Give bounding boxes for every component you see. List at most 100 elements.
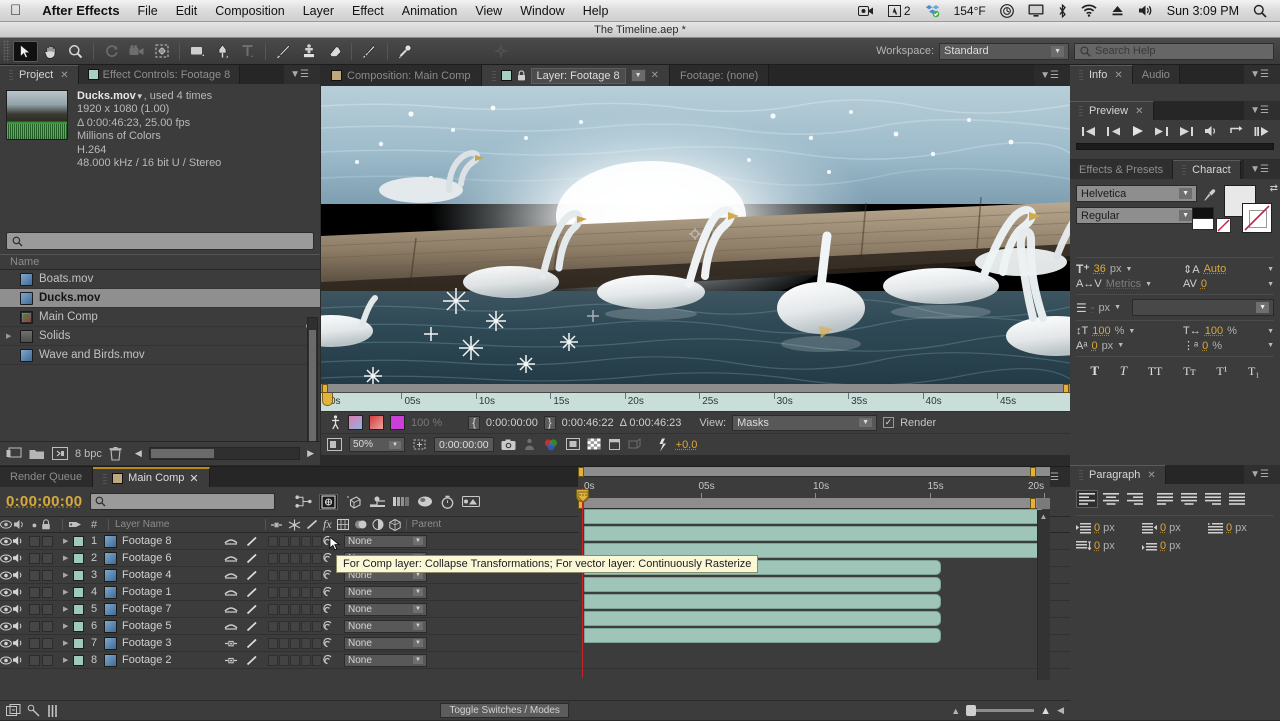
parent-selector[interactable]: None ▼ [344, 653, 427, 667]
menu-item-edit[interactable]: Edit [167, 0, 207, 22]
effects-switch[interactable] [268, 637, 278, 649]
exposure-value[interactable]: +0.0 [676, 439, 698, 451]
space-before-paragraph-value[interactable]: 0 [1094, 540, 1100, 552]
work-area-extend[interactable] [1037, 498, 1050, 509]
search-help-input[interactable]: Search Help [1074, 42, 1274, 60]
render-alpha-toggle[interactable] [369, 415, 384, 430]
audio-toggle-icon[interactable] [12, 655, 27, 665]
layer-name-cell[interactable]: Footage 1 [104, 585, 224, 599]
frame-blend-switch[interactable] [279, 586, 289, 598]
quality-switch[interactable] [246, 536, 266, 547]
parent-selector[interactable]: None ▼ [344, 636, 427, 650]
close-icon[interactable]: ✕ [1135, 106, 1143, 117]
shape-tool[interactable] [185, 41, 210, 62]
layer-duration-bar[interactable] [584, 594, 942, 609]
video-toggle-icon[interactable] [0, 588, 12, 597]
layer-name-cell[interactable]: Footage 7 [104, 602, 224, 616]
tab-composition-main-comp[interactable]: Composition: Main Comp [321, 65, 482, 86]
superscript-button[interactable]: T¹ [1216, 364, 1227, 379]
solo-toggle[interactable] [29, 586, 40, 598]
layer-duration-bar[interactable] [584, 577, 942, 592]
tab-layer-footage-8[interactable]: Layer: Footage 8 ▼ ✕ [481, 65, 670, 86]
video-toggle-icon[interactable] [0, 622, 12, 631]
stroke-style-selector[interactable]: ▼ [1132, 299, 1274, 316]
lock-toggle[interactable] [42, 620, 53, 632]
layer-duration-bar[interactable] [584, 509, 1042, 524]
parent-pickwhip-icon[interactable] [322, 586, 344, 598]
parent-selector[interactable]: None ▼ [344, 619, 427, 633]
indent-right-margin-value[interactable]: 0 [1160, 522, 1166, 534]
lock-toggle[interactable] [42, 637, 53, 649]
font-style-selector[interactable]: Regular ▼ [1076, 207, 1197, 224]
disclosure-triangle-icon[interactable]: ▶ [63, 656, 73, 664]
disclosure-triangle-icon[interactable]: ▶ [6, 332, 14, 340]
layer-label-color[interactable] [73, 620, 84, 632]
show-snapshot-icon[interactable] [523, 438, 536, 451]
draft-3d-icon[interactable] [319, 493, 339, 510]
viewer-panel-menu-button[interactable]: ▼☰ [1034, 65, 1070, 86]
video-toggle-icon[interactable] [0, 554, 12, 563]
timeline-zoom-slider[interactable] [966, 705, 1035, 716]
frame-blending-icon[interactable] [369, 495, 386, 508]
no-color-swatch[interactable] [1216, 218, 1231, 233]
solo-toggle[interactable] [29, 535, 40, 547]
justify-last-right-icon[interactable] [1202, 490, 1224, 508]
stroke-width-value[interactable]: - [1091, 302, 1095, 314]
solo-toggle[interactable] [29, 637, 40, 649]
parent-selector[interactable]: None ▼ [344, 585, 427, 599]
layer-duration-bar[interactable] [584, 611, 942, 626]
wifi-icon[interactable] [1074, 4, 1104, 17]
play-icon[interactable] [1131, 125, 1144, 137]
3d-switch[interactable] [312, 586, 322, 598]
motion-blur-switch[interactable] [290, 637, 300, 649]
puppet-pin-tool[interactable] [393, 41, 418, 62]
workspace-selector[interactable]: Standard ▼ [939, 42, 1069, 60]
motion-blur-switch[interactable] [290, 552, 300, 564]
hide-shy-layers-toggle-icon[interactable] [27, 704, 41, 718]
region-of-interest-icon[interactable] [565, 438, 580, 451]
list-item[interactable]: Wave and Birds.mov [0, 346, 320, 366]
menu-item-view[interactable]: View [466, 0, 511, 22]
info-panel-menu-button[interactable]: ▼☰ [1244, 65, 1280, 84]
apple-logo-icon[interactable]:  [0, 3, 33, 18]
preview-panel-menu-button[interactable]: ▼☰ [1244, 101, 1280, 120]
adjustment-switch[interactable] [301, 569, 311, 581]
disclosure-triangle-icon[interactable]: ▶ [63, 622, 73, 630]
swap-colors-icon[interactable]: ⇄ [1270, 183, 1278, 194]
lock-toggle[interactable] [42, 552, 53, 564]
dropbox-icon[interactable] [918, 4, 947, 18]
3d-layer-icon[interactable] [388, 518, 401, 531]
toolbar-drag-grip[interactable] [3, 40, 10, 62]
tab-render-queue[interactable]: Render Queue [0, 467, 94, 487]
view-mode-selector[interactable]: Masks ▼ [732, 414, 878, 431]
pan-behind-switch[interactable] [224, 639, 246, 648]
layer-name-cell[interactable]: Footage 8 [104, 534, 224, 548]
disclosure-triangle-icon[interactable]: ▶ [63, 605, 73, 613]
chevron-down-ic[interactable]: ▼ [1267, 281, 1274, 288]
chevron-down-icon[interactable]: ▼ [1145, 281, 1152, 288]
pen-tool[interactable] [210, 41, 235, 62]
ram-preview-icon[interactable] [1254, 126, 1269, 137]
motion-blur-switch[interactable] [224, 571, 246, 579]
temperature-label[interactable]: 154°F [947, 4, 993, 18]
quality-switch[interactable] [246, 604, 266, 615]
layer-label-color[interactable] [73, 552, 84, 564]
menu-item-effect[interactable]: Effect [343, 0, 393, 22]
last-frame-icon[interactable] [1179, 126, 1194, 137]
pixel-aspect-icon[interactable] [628, 438, 641, 451]
lock-toggle[interactable] [42, 654, 53, 666]
lock-icon[interactable] [517, 70, 526, 81]
hand-tool[interactable] [38, 41, 63, 62]
selection-tool[interactable] [13, 40, 38, 62]
graph-editor-icon[interactable] [417, 495, 433, 508]
roto-brush-tool[interactable] [357, 41, 382, 62]
live-update-icon[interactable] [295, 495, 312, 508]
tab-character[interactable]: Charact [1173, 160, 1241, 179]
tab-project[interactable]: Project ✕ [0, 65, 79, 84]
motion-blur-switch[interactable] [290, 535, 300, 547]
parent-selector[interactable]: None ▼ [344, 602, 427, 616]
comp-flowchart-icon[interactable] [6, 703, 21, 718]
audio-toggle-icon[interactable] [12, 621, 27, 631]
frame-blend-switch[interactable] [279, 603, 289, 615]
tab-audio[interactable]: Audio [1132, 65, 1180, 84]
